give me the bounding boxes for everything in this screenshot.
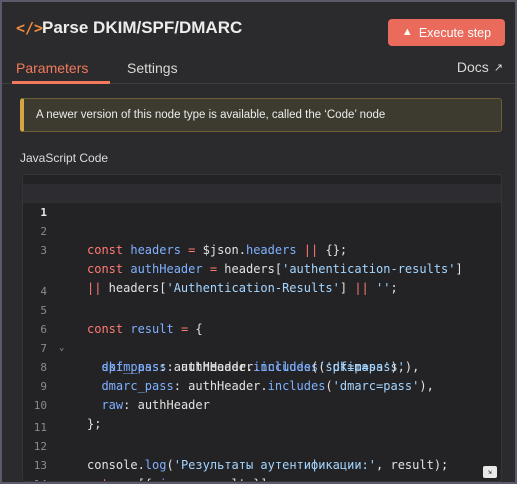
code-line: 7 spf_pass: authHeader.includes('spf=pas… — [23, 320, 501, 374]
docs-label: Docs — [456, 59, 489, 75]
code-line: 4 — [23, 263, 501, 298]
code-line: 12 console.log('Результаты аутентификаци… — [23, 418, 501, 472]
code-line: 11 — [23, 399, 501, 434]
node-header: </> Parse DKIM/SPF/DMARC ▲ Execute step — [2, 2, 515, 52]
node-title[interactable]: Parse DKIM/SPF/DMARC — [42, 17, 242, 39]
external-link-icon: ↗ — [493, 61, 503, 74]
resize-icon[interactable]: ⇲ — [483, 466, 497, 478]
line-number: 14 — [23, 475, 47, 481]
code-editor[interactable]: 1 2 const headers = $json.headers || {};… — [22, 174, 502, 482]
execute-step-label: Execute step — [418, 25, 492, 40]
code-line: 10 }; — [23, 377, 501, 431]
update-notice: A newer version of this node type is ava… — [20, 98, 502, 132]
code-line: || headers['Authentication-Results'] || … — [23, 241, 501, 295]
code-field-label: JavaScript Code — [20, 151, 109, 165]
docs-link[interactable]: Docs ↗ — [457, 59, 503, 75]
code-line: 2 const headers = $json.headers || {}; — [23, 203, 501, 257]
code-line: 1 — [23, 184, 501, 219]
code-brackets-icon: </> — [16, 19, 44, 37]
code-line: 5 const result = { — [23, 282, 501, 336]
code-line: 14 — [23, 456, 501, 481]
code-line: 6 ⌄ dkim_pass: authHeader.includes('dkim… — [23, 301, 501, 374]
code-line: 3 const authHeader = headers['authentica… — [23, 222, 501, 276]
flask-icon: ▲ — [401, 26, 413, 38]
active-tab-indicator — [12, 81, 110, 84]
execute-step-button[interactable]: ▲ Execute step — [388, 19, 505, 46]
code-text: return [{ json: result }]; — [87, 475, 275, 481]
tab-settings[interactable]: Settings — [127, 59, 178, 77]
tab-parameters[interactable]: Parameters — [16, 59, 88, 77]
code-line: 8 dmarc_pass: authHeader.includes('dmarc… — [23, 339, 501, 393]
code-line: 13 return [{ json: result }]; — [23, 437, 501, 481]
tab-bar: Parameters Settings Docs ↗ — [2, 52, 515, 84]
node-panel: </> Parse DKIM/SPF/DMARC ▲ Execute step … — [0, 0, 517, 484]
code-line: 9 raw: authHeader — [23, 358, 501, 412]
